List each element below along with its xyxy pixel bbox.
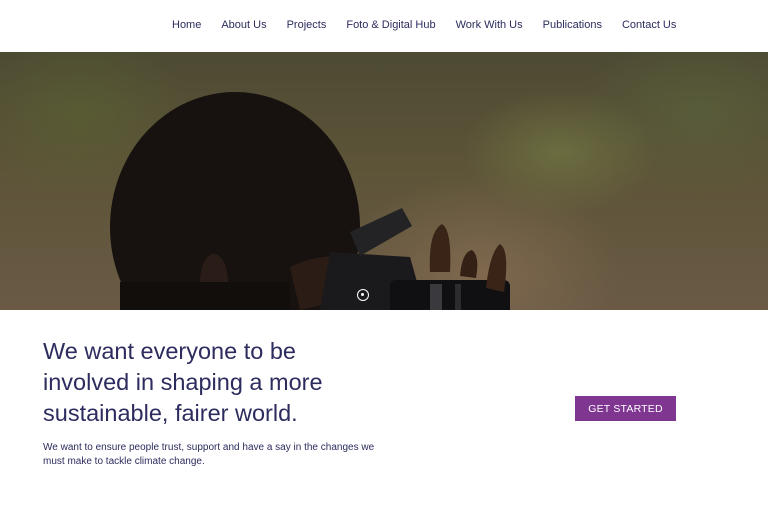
top-navigation: Home About Us Projects Foto & Digital Hu…: [0, 0, 768, 52]
hero-headline: We want everyone to be involved in shapi…: [43, 338, 323, 426]
hero-banner: [0, 52, 768, 310]
hero-photo: [110, 92, 510, 310]
nav-item-contact-us[interactable]: Contact Us: [622, 19, 676, 31]
get-started-button[interactable]: GET STARTED: [575, 396, 676, 421]
nav-item-publications[interactable]: Publications: [543, 19, 602, 31]
nav-item-about-us[interactable]: About Us: [221, 19, 266, 31]
nav-item-projects[interactable]: Projects: [287, 19, 327, 31]
carousel-dot-active[interactable]: [357, 289, 369, 301]
nav-item-work-with-us[interactable]: Work With Us: [456, 19, 523, 31]
nav-item-foto-digital-hub[interactable]: Foto & Digital Hub: [346, 19, 435, 31]
hero-subtext: We want to ensure people trust, support …: [43, 442, 375, 467]
main-menu: Home About Us Projects Foto & Digital Hu…: [172, 19, 676, 31]
nav-item-home[interactable]: Home: [172, 19, 201, 31]
